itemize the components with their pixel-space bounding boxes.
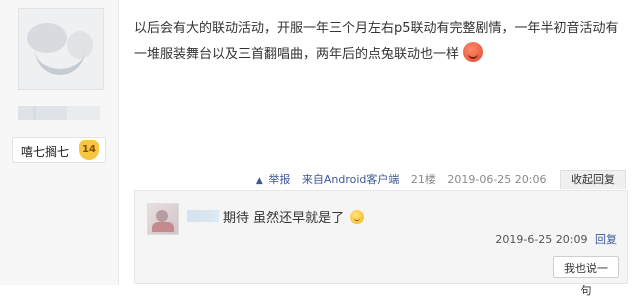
post-text: 以后会有大的联动活动，开服一年三个月左右p5联动有完整剧情，一年半初音活动有一堆… xyxy=(134,21,619,62)
level-badge-icon: 14 xyxy=(79,140,99,160)
collapse-replies-button[interactable]: 收起回复 xyxy=(560,170,626,189)
smile-emoji-icon xyxy=(350,210,365,224)
post-meta: ▲ 举报 来自Android客户端 21楼 2019-06-25 20:06 收… xyxy=(255,170,626,189)
say-something-button[interactable]: 我也说一句 xyxy=(553,256,619,297)
avatar-blur xyxy=(152,222,174,232)
reply-avatar[interactable] xyxy=(147,203,179,235)
reply-meta: 2019-6-25 20:09 回复 xyxy=(495,231,617,247)
reply-box: 期待 虽然还早就是了 2019-6-25 20:09 回复 我也说一句 xyxy=(134,190,628,297)
warning-icon: ▲ xyxy=(255,176,263,186)
reply-link[interactable]: 回复 xyxy=(595,233,617,246)
username[interactable]: 嘻七搁七 xyxy=(21,143,69,160)
report-link[interactable]: 举报 xyxy=(268,173,290,186)
avatar-blur xyxy=(156,210,168,222)
reply-datetime: 2019-6-25 20:09 xyxy=(495,233,588,246)
author-sidebar: 嘻七搁七 14 xyxy=(0,0,119,285)
reply-message: 期待 虽然还早就是了 xyxy=(223,211,345,226)
avatar-blur xyxy=(35,45,85,75)
post-content: 以后会有大的联动活动，开服一年三个月左右p5联动有完整剧情，一年半初音活动有一堆… xyxy=(134,16,630,68)
source-link[interactable]: 来自Android客户端 xyxy=(302,173,400,186)
face-emoji-icon xyxy=(463,42,484,62)
reply-text: 期待 虽然还早就是了 xyxy=(223,207,365,226)
blurred-username xyxy=(18,106,100,120)
post-datetime: 2019-06-25 20:06 xyxy=(447,173,547,186)
user-badge[interactable]: 嘻七搁七 14 xyxy=(12,137,106,163)
blurred-reply-username[interactable] xyxy=(187,210,219,222)
floor-number: 21楼 xyxy=(410,173,436,186)
avatar[interactable] xyxy=(18,8,104,90)
